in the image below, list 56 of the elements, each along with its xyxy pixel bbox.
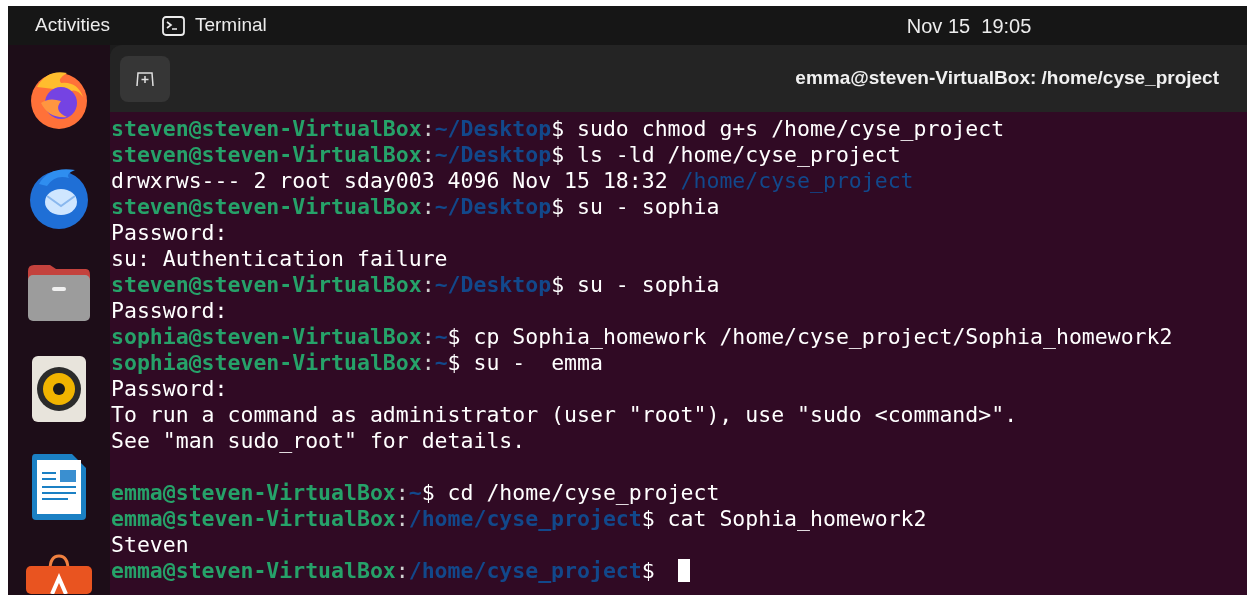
- command-text: $ cat Sophia_homework2: [641, 506, 927, 531]
- prompt-user-host: emma@steven-VirtualBox: [111, 480, 396, 505]
- prompt-colon: :: [421, 272, 435, 297]
- prompt-path: ~: [434, 324, 448, 349]
- prompt-colon: :: [421, 116, 435, 141]
- prompt-user-host: steven@steven-VirtualBox: [111, 142, 422, 167]
- prompt-path: ~/Desktop: [434, 272, 552, 297]
- prompt-colon: :: [421, 350, 435, 375]
- new-tab-icon: [135, 69, 155, 88]
- command-text: $ su - sophia: [551, 194, 720, 219]
- prompt-user-host: emma@steven-VirtualBox: [111, 506, 396, 531]
- prompt-colon: :: [421, 142, 435, 167]
- output-text: Password:: [111, 376, 228, 401]
- prompt-user-host: sophia@steven-VirtualBox: [111, 350, 422, 375]
- prompt-colon: :: [395, 480, 409, 505]
- command-text: $ cd /home/cyse_project: [421, 480, 720, 505]
- command-text: $ cp Sophia_homework /home/cyse_project/Sophia_homework2: [447, 324, 1173, 349]
- prompt-colon: :: [395, 506, 409, 531]
- output-text: drwxrws--- 2 root sday003 4096 Nov 15 18:32: [111, 168, 669, 193]
- terminal-icon: [161, 15, 185, 36]
- command-text: $ ls -ld /home/cyse_project: [551, 142, 901, 167]
- command-text: $ su - emma: [447, 350, 603, 375]
- directory-name: /home/cyse_project: [680, 168, 914, 193]
- document-icon[interactable]: [32, 454, 86, 520]
- command-text: $ su - sophia: [551, 272, 720, 297]
- speaker-icon[interactable]: [32, 356, 86, 422]
- output-text: To run a command as administrator (user "root"), use "sudo <command>".: [111, 402, 1018, 427]
- output-text: See "man sudo_root" for details.: [111, 428, 526, 453]
- clock[interactable]: Nov 15 19:05: [906, 10, 1032, 41]
- prompt-path: ~: [434, 350, 448, 375]
- output-text: su: Authentication failure: [111, 246, 448, 271]
- prompt-colon: :: [395, 558, 409, 583]
- prompt-path: ~: [408, 480, 422, 505]
- command-text: $: [641, 558, 655, 583]
- output-text: Steven: [111, 532, 189, 557]
- folder-icon[interactable]: [26, 263, 92, 323]
- prompt-path: ~/Desktop: [434, 142, 552, 167]
- output-text: Password:: [111, 220, 228, 245]
- prompt-user-host: sophia@steven-VirtualBox: [111, 324, 422, 349]
- prompt-user-host: emma@steven-VirtualBox: [111, 558, 396, 583]
- command-text: $ sudo chmod g+s /home/cyse_project: [551, 116, 1005, 141]
- window-title: emma@steven-VirtualBox: /home/cyse_project: [795, 66, 1219, 91]
- prompt-colon: :: [421, 194, 435, 219]
- prompt-user-host: steven@steven-VirtualBox: [111, 272, 422, 297]
- prompt-path: ~/Desktop: [434, 194, 552, 219]
- new-tab-button[interactable]: [120, 55, 170, 102]
- prompt-path: /home/cyse_project: [408, 506, 642, 531]
- app-menu-button[interactable]: Terminal: [161, 11, 267, 40]
- prompt-path: /home/cyse_project: [408, 558, 642, 583]
- prompt-user-host: steven@steven-VirtualBox: [111, 116, 422, 141]
- shopping-bag-icon[interactable]: [26, 554, 92, 594]
- prompt-user-host: steven@steven-VirtualBox: [111, 194, 422, 219]
- output-text: Password:: [111, 298, 228, 323]
- prompt-path: ~/Desktop: [434, 116, 552, 141]
- activities-button[interactable]: Activities: [35, 11, 110, 40]
- prompt-colon: :: [421, 324, 435, 349]
